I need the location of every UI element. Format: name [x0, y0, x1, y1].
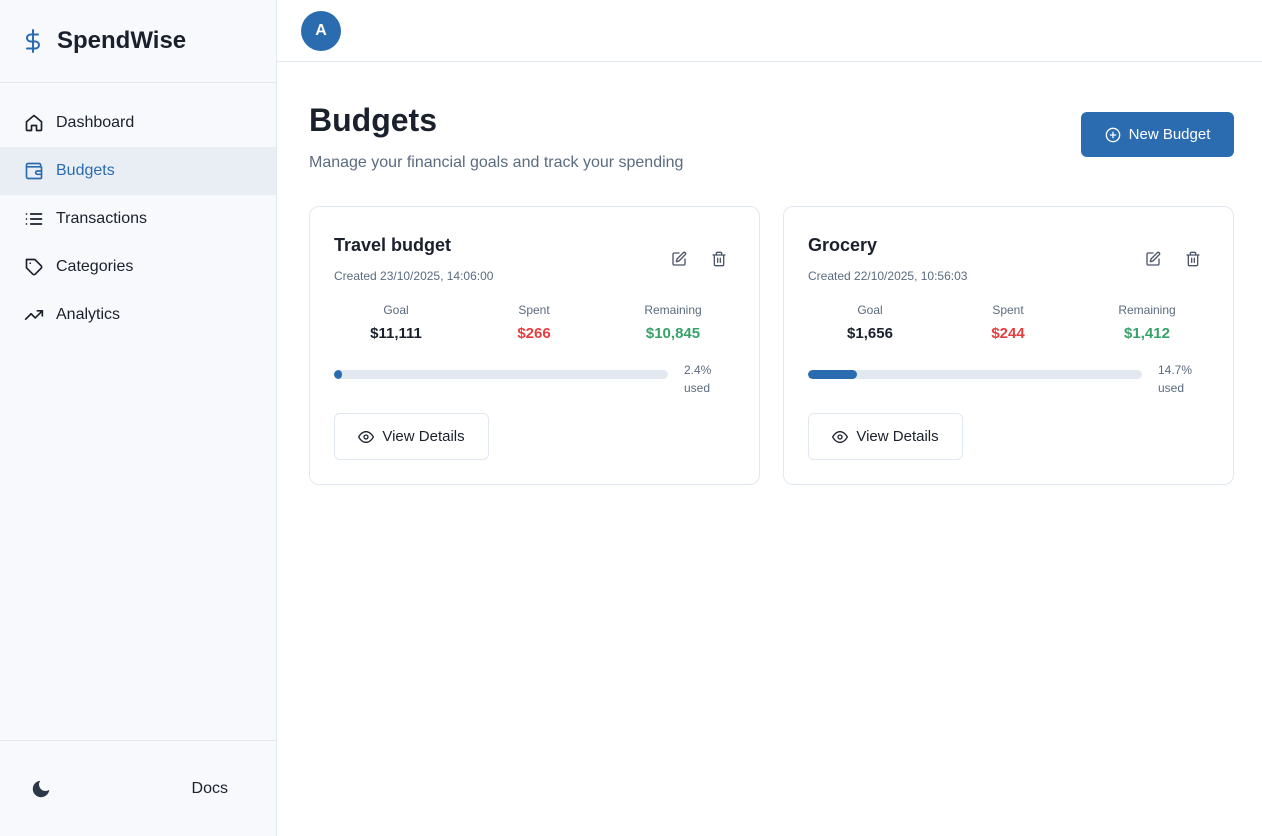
sidebar-item-dashboard[interactable]: Dashboard: [0, 99, 276, 147]
edit-icon[interactable]: [1143, 249, 1163, 269]
list-icon: [24, 209, 44, 229]
spent-value: $244: [991, 325, 1025, 342]
remaining-stat: Remaining $10,845: [613, 303, 733, 342]
view-details-button[interactable]: View Details: [808, 413, 963, 460]
sidebar-item-label: Categories: [56, 258, 134, 275]
new-budget-button[interactable]: New Budget: [1081, 112, 1234, 157]
sidebar-item-label: Analytics: [56, 306, 121, 323]
used-label: used: [684, 381, 711, 395]
budget-created: Created 22/10/2025, 10:56:03: [808, 269, 968, 283]
goal-value: $11,111: [370, 325, 422, 342]
spent-stat: Spent $244: [948, 303, 1068, 342]
spent-stat: Spent $266: [474, 303, 594, 342]
page-subtitle: Manage your financial goals and track yo…: [309, 154, 684, 171]
remaining-value: $1,412: [1124, 325, 1170, 342]
progress-bar: [334, 370, 668, 379]
progress-bar: [808, 370, 1142, 379]
avatar[interactable]: A: [301, 11, 341, 51]
dollar-icon: [24, 28, 42, 54]
budget-title: Travel budget: [334, 235, 452, 255]
edit-icon[interactable]: [669, 249, 689, 269]
new-budget-label: New Budget: [1128, 126, 1211, 143]
wallet-icon: [24, 161, 44, 181]
percent-used: 14.7%: [1158, 363, 1193, 377]
sidebar: SpendWise Dashboard Budgets Transactions…: [0, 0, 277, 836]
progress-text: 2.4% used: [684, 361, 740, 397]
sidebar-item-label: Transactions: [56, 210, 147, 227]
docs-link[interactable]: Docs: [192, 780, 228, 798]
view-details-label: View Details: [382, 428, 465, 445]
sidebar-item-label: Budgets: [56, 162, 115, 179]
progress-text: 14.7% used: [1158, 361, 1214, 397]
goal-stat: Goal $11,111: [336, 303, 456, 342]
percent-used: 2.4%: [684, 363, 712, 377]
sidebar-item-budgets[interactable]: Budgets: [0, 147, 276, 195]
trash-icon[interactable]: [709, 249, 729, 269]
goal-label: Goal: [383, 303, 409, 317]
budget-card: Grocery Created 22/10/2025, 10:56:03 Goa…: [783, 206, 1234, 485]
goal-label: Goal: [857, 303, 883, 317]
progress-fill: [334, 370, 343, 379]
eye-icon: [832, 429, 849, 445]
budget-card: Travel budget Created 23/10/2025, 14:06:…: [309, 206, 760, 485]
view-details-label: View Details: [856, 428, 939, 445]
remaining-value: $10,845: [645, 325, 701, 342]
goal-value: $1,656: [847, 325, 893, 342]
remaining-stat: Remaining $1,412: [1087, 303, 1207, 342]
home-icon: [24, 113, 44, 133]
topbar: A: [277, 0, 1262, 62]
app-name: SpendWise: [57, 27, 187, 54]
view-details-button[interactable]: View Details: [334, 413, 489, 460]
tag-icon: [24, 257, 44, 277]
spent-value: $266: [517, 325, 551, 342]
spent-label: Spent: [992, 303, 1024, 317]
spent-label: Spent: [518, 303, 550, 317]
progress-fill: [808, 370, 858, 379]
eye-icon: [358, 429, 375, 445]
goal-stat: Goal $1,656: [810, 303, 930, 342]
sidebar-item-transactions[interactable]: Transactions: [0, 195, 276, 243]
brand[interactable]: SpendWise: [0, 0, 276, 83]
remaining-label: Remaining: [1118, 303, 1176, 317]
moon-icon[interactable]: [30, 778, 52, 800]
used-label: used: [1158, 381, 1185, 395]
page-title: Budgets: [309, 102, 437, 138]
trash-icon[interactable]: [1183, 249, 1203, 269]
sidebar-footer: Docs: [0, 740, 276, 836]
plus-circle-icon: [1105, 127, 1121, 143]
budget-created: Created 23/10/2025, 14:06:00: [334, 269, 494, 283]
sidebar-item-label: Dashboard: [56, 114, 135, 131]
sidebar-item-categories[interactable]: Categories: [0, 243, 276, 291]
sidebar-item-analytics[interactable]: Analytics: [0, 291, 276, 339]
sidebar-nav: Dashboard Budgets Transactions Categorie…: [0, 83, 276, 339]
trending-up-icon: [24, 305, 44, 325]
remaining-label: Remaining: [644, 303, 702, 317]
budget-title: Grocery: [808, 235, 878, 255]
